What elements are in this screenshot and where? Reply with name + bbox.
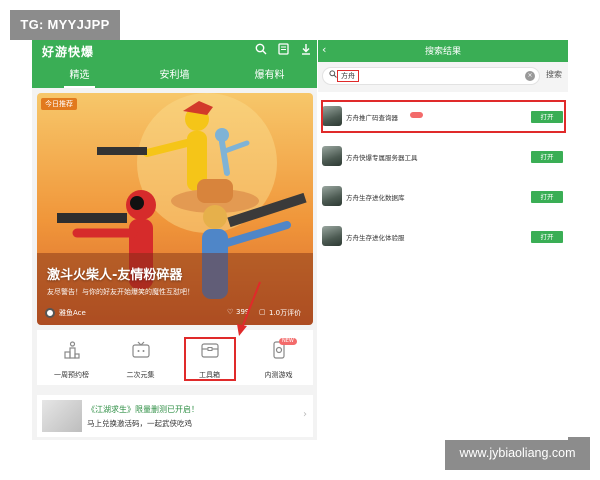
banner-tag: 今日推荐 — [41, 98, 77, 110]
download-icon[interactable] — [301, 43, 311, 58]
featured-banner[interactable]: 今日推荐 激斗火柴人-友情粉碎器 友尽警告！与你的好友开始爆笑的魔性互怼吧！ 雅… — [37, 93, 313, 325]
left-app-header: 好游快爆 精选 安利墙 爆有料 — [32, 40, 317, 88]
tg-watermark: TG: MYYJJPP — [10, 10, 120, 40]
red-arrow-icon — [237, 281, 261, 336]
search-results-header: ‹ 搜索结果 — [318, 40, 568, 62]
site-watermark: www.jybiaoliang.com — [445, 437, 590, 470]
banner-title: 激斗火柴人-友情粉碎器 — [47, 268, 183, 283]
search-query: 方舟 — [337, 70, 359, 82]
comments-count: 1.0万评价 — [269, 309, 302, 317]
new-badge: NEW — [279, 338, 297, 345]
promo-banner[interactable]: 《江湖求生》限量删测已开启！ 马上兑换激活码，一起武侠吃鸡 › — [37, 395, 313, 437]
search-icon[interactable] — [255, 43, 267, 58]
promo-subtitle: 马上兑换激活码，一起武侠吃鸡 — [87, 419, 192, 428]
result-name: 方舟快爆专属服务器工具 — [346, 154, 418, 162]
open-button[interactable]: 打开 — [531, 191, 563, 203]
promo-title: 《江湖求生》限量删测已开启！ — [87, 405, 199, 414]
banner-author: 雅鱼Ace — [59, 309, 86, 317]
tab-news[interactable]: 爆有料 — [222, 67, 317, 88]
message-icon[interactable] — [278, 43, 289, 58]
list-item[interactable]: 方舟生存进化体验服 打开 — [318, 222, 568, 252]
shortcut-label: 内测游戏 — [264, 371, 293, 379]
app-icon — [322, 226, 342, 246]
promo-thumbnail — [42, 400, 82, 432]
open-button[interactable]: 打开 — [531, 151, 563, 163]
shortcut-label: 一周预约榜 — [54, 371, 89, 379]
trophy-icon — [63, 341, 80, 359]
app-icon — [322, 146, 342, 166]
shortcut-weekly-ranking[interactable]: 一周预约榜 — [37, 330, 106, 385]
top-tabs: 精选 安利墙 爆有料 — [32, 67, 317, 88]
left-phone-screen: 好游快爆 精选 安利墙 爆有料 今日推荐 激斗火柴人-友情粉碎器 友尽警告！与你… — [32, 40, 317, 440]
right-phone-screen: ‹ 搜索结果 方舟 × 搜索 方舟推广码查询器 打开 方舟快爆专属服务器工具 打… — [318, 40, 568, 440]
tab-recommend-wall[interactable]: 安利墙 — [127, 67, 222, 88]
toolbox-highlight — [184, 337, 236, 381]
banner-subtitle: 友尽警告！与你的好友开始爆笑的魔性互怼吧！ — [47, 288, 194, 296]
list-item[interactable]: 方舟快爆专属服务器工具 打开 — [318, 142, 568, 172]
search-icon — [329, 70, 337, 80]
shortcut-row: 一周预约榜 二次元集 工具箱 内测游戏 — [37, 330, 313, 385]
result-name: 方舟生存进化体验服 — [346, 234, 405, 242]
shortcut-beta-games[interactable]: 内测游戏 — [244, 330, 313, 385]
app-icon — [322, 186, 342, 206]
tv-icon — [131, 341, 150, 358]
search-input[interactable]: 方舟 × — [322, 67, 540, 85]
result-highlight — [321, 100, 566, 133]
chevron-right-icon: › — [303, 409, 307, 420]
result-name: 方舟生存进化数据库 — [346, 194, 405, 202]
search-button[interactable]: 搜索 — [546, 69, 562, 80]
app-title: 好游快爆 — [42, 45, 95, 59]
page-title: 搜索结果 — [424, 47, 461, 57]
avatar — [45, 308, 55, 318]
clear-icon[interactable]: × — [525, 71, 535, 81]
banner-footer: 雅鱼Ace ♡ 399 ▢ 1.0万评价 — [37, 301, 313, 325]
shortcut-label: 二次元集 — [126, 371, 155, 379]
search-bar: 方舟 × 搜索 — [318, 62, 568, 92]
list-item[interactable]: 方舟生存进化数据库 打开 — [318, 182, 568, 212]
tab-featured[interactable]: 精选 — [32, 67, 127, 88]
open-button[interactable]: 打开 — [531, 231, 563, 243]
shortcut-anime[interactable]: 二次元集 — [106, 330, 175, 385]
